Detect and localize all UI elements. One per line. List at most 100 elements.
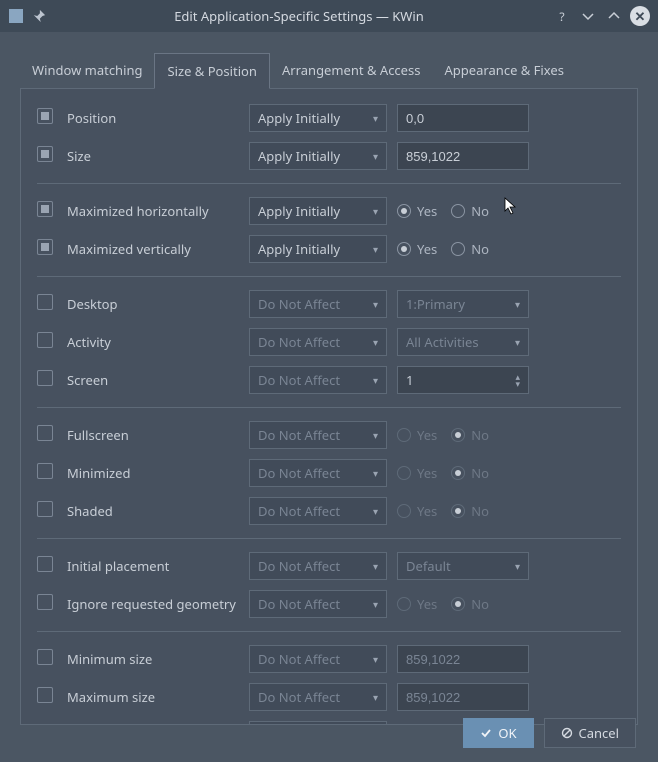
max-v-mode-select[interactable]: Apply Initially▾ xyxy=(249,235,387,263)
min-size-mode-select[interactable]: Do Not Affect▾ xyxy=(249,645,387,673)
tab-appearance-fixes[interactable]: Appearance & Fixes xyxy=(432,53,575,89)
separator xyxy=(37,276,621,277)
tab-arrangement-access[interactable]: Arrangement & Access xyxy=(270,53,433,89)
row-position: Position Apply Initially▾ xyxy=(37,99,621,137)
shaded-no-radio[interactable]: No xyxy=(451,502,489,520)
separator xyxy=(37,538,621,539)
initial-placement-value-select[interactable]: Default▾ xyxy=(397,552,529,580)
position-mode-select[interactable]: Apply Initially▾ xyxy=(249,104,387,132)
ignore-geometry-mode-select[interactable]: Do Not Affect▾ xyxy=(249,590,387,618)
chevron-down-icon: ▾ xyxy=(373,242,378,256)
tab-bar: Window matching Size & Position Arrangem… xyxy=(20,52,638,89)
max-h-label: Maximized horizontally xyxy=(67,202,239,220)
fullscreen-yes-radio[interactable]: Yes xyxy=(397,426,437,444)
maximize-icon[interactable] xyxy=(604,6,624,26)
row-activity: Activity Do Not Affect▾ All Activities▾ xyxy=(37,323,621,361)
max-v-no-radio[interactable]: No xyxy=(451,240,489,258)
chevron-down-icon: ▾ xyxy=(515,559,520,573)
minimized-no-radio[interactable]: No xyxy=(451,464,489,482)
chevron-down-icon: ▾ xyxy=(373,559,378,573)
minimize-icon[interactable] xyxy=(578,6,598,26)
fullscreen-mode-select[interactable]: Do Not Affect▾ xyxy=(249,421,387,449)
max-h-checkbox[interactable] xyxy=(37,201,53,217)
size-input[interactable] xyxy=(397,142,529,170)
chevron-down-icon: ▾ xyxy=(373,297,378,311)
chevron-down-icon: ▾ xyxy=(373,466,378,480)
screen-checkbox[interactable] xyxy=(37,370,53,386)
size-mode-select[interactable]: Apply Initially▾ xyxy=(249,142,387,170)
close-icon[interactable]: ✕ xyxy=(630,6,650,26)
row-size: Size Apply Initially▾ xyxy=(37,137,621,175)
position-input[interactable] xyxy=(397,104,529,132)
activity-checkbox[interactable] xyxy=(37,332,53,348)
screen-spinner[interactable]: 1▴▾ xyxy=(397,366,529,394)
spinner-arrows-icon: ▴▾ xyxy=(515,373,520,387)
ok-button[interactable]: OK xyxy=(463,718,533,748)
shaded-mode-select[interactable]: Do Not Affect▾ xyxy=(249,497,387,525)
max-v-yes-radio[interactable]: Yes xyxy=(397,240,437,258)
row-screen: Screen Do Not Affect▾ 1▴▾ xyxy=(37,361,621,399)
ignore-geometry-yes-radio[interactable]: Yes xyxy=(397,595,437,613)
minimized-yes-radio[interactable]: Yes xyxy=(397,464,437,482)
minimized-checkbox[interactable] xyxy=(37,463,53,479)
max-h-no-radio[interactable]: No xyxy=(451,202,489,220)
max-size-label: Maximum size xyxy=(67,688,239,706)
pin-icon[interactable] xyxy=(32,9,46,23)
fullscreen-label: Fullscreen xyxy=(67,426,239,444)
row-maximum-size: Maximum size Do Not Affect▾ xyxy=(37,678,621,716)
position-checkbox[interactable] xyxy=(37,108,53,124)
chevron-down-icon: ▾ xyxy=(373,204,378,218)
activity-label: Activity xyxy=(67,333,239,351)
tab-size-position[interactable]: Size & Position xyxy=(154,53,269,89)
chevron-down-icon: ▾ xyxy=(373,428,378,442)
initial-placement-checkbox[interactable] xyxy=(37,556,53,572)
max-v-checkbox[interactable] xyxy=(37,239,53,255)
ignore-geometry-checkbox[interactable] xyxy=(37,594,53,610)
chevron-down-icon: ▾ xyxy=(373,149,378,163)
max-size-input[interactable] xyxy=(397,683,529,711)
shaded-label: Shaded xyxy=(67,502,239,520)
max-h-yes-radio[interactable]: Yes xyxy=(397,202,437,220)
chevron-down-icon: ▾ xyxy=(515,297,520,311)
cancel-icon xyxy=(561,727,573,739)
row-shaded: Shaded Do Not Affect▾ Yes No xyxy=(37,492,621,530)
ignore-geometry-no-radio[interactable]: No xyxy=(451,595,489,613)
cancel-button[interactable]: Cancel xyxy=(544,718,636,748)
chevron-down-icon: ▾ xyxy=(373,597,378,611)
fullscreen-no-radio[interactable]: No xyxy=(451,426,489,444)
minimized-mode-select[interactable]: Do Not Affect▾ xyxy=(249,459,387,487)
check-icon xyxy=(480,727,492,739)
screen-mode-select[interactable]: Do Not Affect▾ xyxy=(249,366,387,394)
max-size-mode-select[interactable]: Do Not Affect▾ xyxy=(249,683,387,711)
activity-value-select[interactable]: All Activities▾ xyxy=(397,328,529,356)
chevron-down-icon: ▾ xyxy=(373,690,378,704)
chevron-down-icon: ▾ xyxy=(373,504,378,518)
min-size-checkbox[interactable] xyxy=(37,649,53,665)
obey-mode-select[interactable]: Do Not Affect▾ xyxy=(249,721,387,725)
screen-label: Screen xyxy=(67,371,239,389)
desktop-mode-select[interactable]: Do Not Affect▾ xyxy=(249,290,387,318)
desktop-value-select[interactable]: 1:Primary▾ xyxy=(397,290,529,318)
desktop-checkbox[interactable] xyxy=(37,294,53,310)
position-label: Position xyxy=(67,109,239,127)
max-h-mode-select[interactable]: Apply Initially▾ xyxy=(249,197,387,225)
row-maximized-horizontally: Maximized horizontally Apply Initially▾ … xyxy=(37,192,621,230)
shaded-yes-radio[interactable]: Yes xyxy=(397,502,437,520)
max-size-checkbox[interactable] xyxy=(37,687,53,703)
help-icon[interactable]: ? xyxy=(552,6,572,26)
initial-placement-mode-select[interactable]: Do Not Affect▾ xyxy=(249,552,387,580)
min-size-label: Minimum size xyxy=(67,650,239,668)
row-desktop: Desktop Do Not Affect▾ 1:Primary▾ xyxy=(37,285,621,323)
min-size-input[interactable] xyxy=(397,645,529,673)
chevron-down-icon: ▾ xyxy=(373,111,378,125)
shaded-checkbox[interactable] xyxy=(37,501,53,517)
activity-mode-select[interactable]: Do Not Affect▾ xyxy=(249,328,387,356)
tab-window-matching[interactable]: Window matching xyxy=(20,53,154,89)
desktop-label: Desktop xyxy=(67,295,239,313)
row-minimum-size: Minimum size Do Not Affect▾ xyxy=(37,640,621,678)
size-label: Size xyxy=(67,147,239,165)
size-checkbox[interactable] xyxy=(37,146,53,162)
row-minimized: Minimized Do Not Affect▾ YesNo xyxy=(37,454,621,492)
row-initial-placement: Initial placement Do Not Affect▾ Default… xyxy=(37,547,621,585)
fullscreen-checkbox[interactable] xyxy=(37,425,53,441)
